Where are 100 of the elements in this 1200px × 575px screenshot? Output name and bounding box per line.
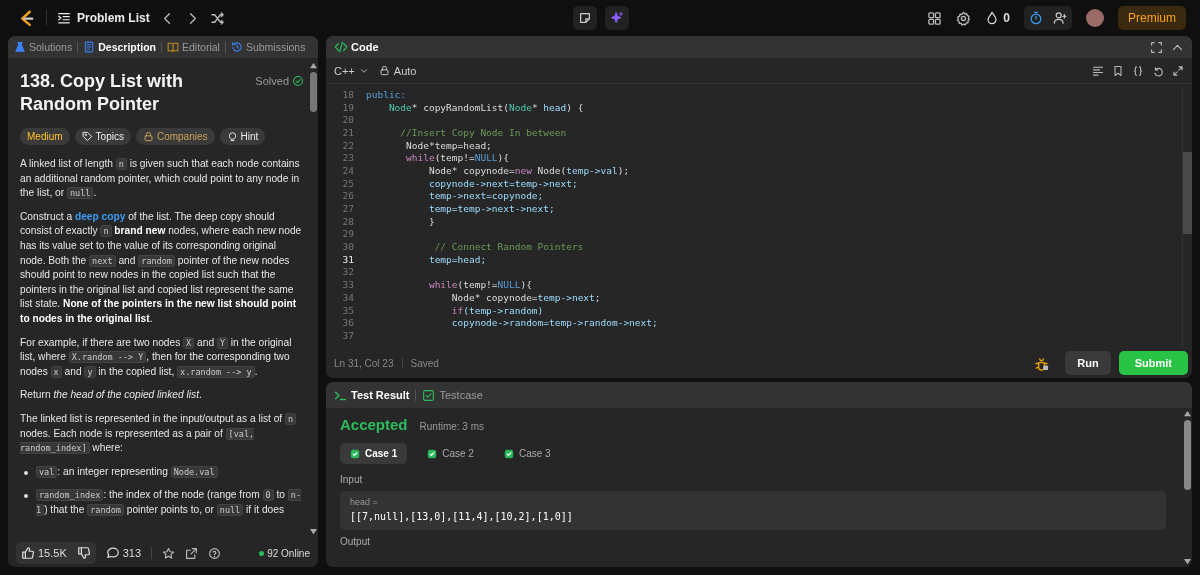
- output-label: Output: [340, 536, 372, 547]
- bullet-text: val : an integer representing Node.val: [36, 464, 218, 480]
- line-number: 36: [341, 317, 354, 329]
- scroll-down-arrow[interactable]: [1182, 558, 1192, 565]
- companies-tag[interactable]: Companies: [135, 128, 215, 145]
- scroll-up-arrow[interactable]: [1182, 410, 1192, 417]
- flask-icon: [14, 41, 26, 53]
- code-line: Node* copyRandomList(Node* head) {: [387, 101, 584, 113]
- checkbox-icon: [422, 388, 436, 402]
- cursor-position: Ln 31, Col 23: [334, 357, 394, 369]
- lock-icon: [378, 65, 390, 76]
- editor-scrollbar-thumb[interactable]: [1183, 152, 1192, 234]
- code-line: }: [427, 215, 435, 227]
- bookmark-icon[interactable]: [1112, 64, 1124, 77]
- streak-counter[interactable]: 0: [985, 11, 1010, 25]
- book-icon: [166, 41, 179, 53]
- settings-icon[interactable]: [956, 10, 972, 26]
- result-tab[interactable]: Testcase: [422, 388, 483, 402]
- save-status: Saved: [410, 357, 439, 369]
- code-line: while(temp!=NULL){: [427, 279, 532, 291]
- expand-icon[interactable]: [1172, 64, 1184, 77]
- star-icon[interactable]: [162, 546, 176, 560]
- tag-icon: [81, 131, 93, 142]
- help-icon[interactable]: [208, 546, 222, 560]
- comment-icon: [105, 546, 120, 560]
- case-tab[interactable]: Case 3: [493, 443, 561, 464]
- document-icon: [83, 41, 96, 53]
- online-count: 92 Online: [259, 547, 310, 559]
- line-number: 33: [341, 279, 354, 291]
- add-user-icon: [1053, 11, 1067, 25]
- reset-icon[interactable]: [1152, 64, 1164, 77]
- stopwatch-icon: [1029, 11, 1043, 25]
- problem-list-link[interactable]: Problem List: [57, 11, 150, 25]
- shuffle-icon[interactable]: [209, 10, 225, 26]
- line-number: 26: [341, 190, 354, 202]
- result-tab[interactable]: Test Result: [334, 388, 410, 402]
- line-number: 20: [341, 114, 354, 126]
- share-icon[interactable]: [185, 546, 199, 560]
- line-number: 37: [341, 329, 354, 341]
- input-label: Input: [340, 474, 364, 485]
- code-line: public:: [366, 88, 407, 100]
- scrollbar-thumb[interactable]: [309, 72, 317, 112]
- align-icon[interactable]: [1092, 64, 1104, 77]
- problem-title: 138. Copy List with Random Pointer: [20, 70, 185, 116]
- comments-button[interactable]: 313: [105, 546, 142, 560]
- description-paragraph: Return the head of the copied linked list.: [20, 388, 203, 403]
- scroll-down-arrow[interactable]: [308, 528, 318, 535]
- bullet: [24, 494, 28, 499]
- panel-tab[interactable]: Submissions: [230, 41, 306, 53]
- language-dropdown[interactable]: C++: [334, 64, 369, 77]
- fullscreen-icon[interactable]: [1150, 40, 1163, 54]
- panel-tab[interactable]: Description: [83, 41, 156, 53]
- scroll-up-arrow[interactable]: [308, 62, 318, 69]
- thumbs-up-icon: [21, 546, 35, 560]
- bullet-text: random_index : the index of the node (range from 0 to n-1 ) that the random pointer points to, or null if it does: [36, 488, 303, 518]
- grid-icon[interactable]: [927, 10, 943, 26]
- notes-button[interactable]: [573, 6, 597, 30]
- difficulty-tag[interactable]: Medium: [20, 128, 70, 145]
- line-number: 31: [341, 253, 354, 265]
- auto-mode[interactable]: Auto: [378, 64, 417, 77]
- check-circle-icon: [292, 75, 304, 87]
- code-line: if(temp->random): [450, 304, 544, 316]
- ai-button[interactable]: [605, 6, 629, 30]
- line-number: 23: [341, 152, 354, 164]
- line-number: 22: [341, 139, 354, 151]
- code-tab[interactable]: Code: [334, 40, 379, 54]
- line-number: 29: [341, 228, 354, 240]
- runtime: Runtime: 3 ms: [419, 421, 484, 432]
- code-line: copynode->next=temp->next;: [427, 177, 578, 189]
- topics-tag[interactable]: Topics: [74, 128, 131, 145]
- bug-icon[interactable]: [1034, 355, 1050, 371]
- lock-icon: [142, 131, 154, 142]
- note-icon: [578, 11, 592, 25]
- bullet: [24, 470, 28, 475]
- case-tab[interactable]: Case 1: [340, 443, 408, 464]
- description-paragraph: A linked list of length n is given such that each node contains an additional random pointer, which could point to any node in the list, or null .: [20, 157, 301, 201]
- thumbs-down-icon: [76, 546, 91, 560]
- verdict: Accepted: [340, 416, 408, 433]
- code-line: Node* copynode=new Node(temp->val);: [427, 164, 630, 176]
- line-number: 24: [341, 164, 354, 176]
- line-number: 34: [341, 291, 354, 303]
- panel-tab[interactable]: Editorial: [166, 41, 220, 53]
- history-icon: [230, 41, 243, 53]
- code-line: temp=temp->next->next;: [427, 203, 555, 215]
- panel-tab[interactable]: Solutions: [14, 41, 73, 53]
- solved-status: Solved: [255, 75, 304, 87]
- description-paragraph: For example, if there are two nodes X and Y in the original list, where X.random --> Y , then for the corresponding two nodes x and y in the copied list, x.random --> y .: [20, 335, 293, 380]
- run-button[interactable]: Run: [1065, 351, 1111, 375]
- line-number: 27: [341, 203, 354, 215]
- hint-tag[interactable]: Hint: [219, 128, 266, 145]
- terminal-icon: [334, 388, 347, 402]
- line-number: 32: [341, 266, 354, 278]
- premium-button[interactable]: Premium: [1118, 6, 1186, 30]
- code-line: // Connect Random Pointers: [433, 241, 584, 253]
- check-box-icon: [427, 448, 438, 459]
- braces-icon[interactable]: [1132, 64, 1144, 77]
- deep-copy-link[interactable]: deep copy: [74, 210, 126, 222]
- case-tab[interactable]: Case 2: [417, 443, 484, 464]
- scrollbar-thumb[interactable]: [1183, 420, 1191, 490]
- avatar[interactable]: [1086, 9, 1104, 27]
